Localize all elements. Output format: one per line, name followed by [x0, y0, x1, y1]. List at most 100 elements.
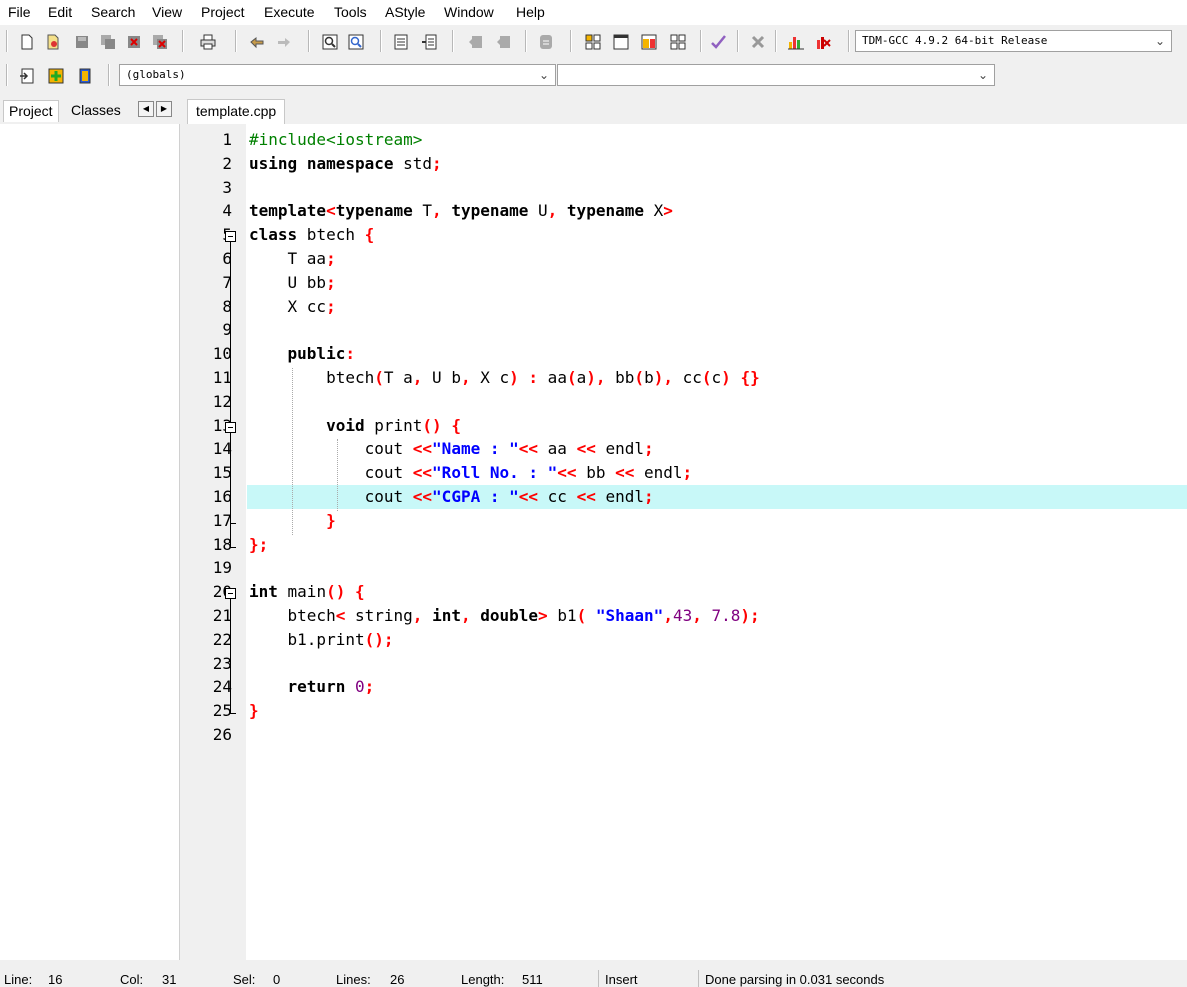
goto-button[interactable] [46, 66, 66, 86]
project-tree[interactable] [0, 124, 180, 960]
status-message: Done parsing in 0.031 seconds [705, 972, 885, 987]
redo-button[interactable] [274, 32, 294, 52]
unindent-button[interactable] [419, 32, 439, 52]
menu-view[interactable]: View [152, 4, 182, 20]
status-length-value: 511 [522, 972, 543, 987]
line-number: 1 [222, 130, 232, 149]
save-all-icon [101, 35, 115, 49]
undo-button[interactable] [247, 32, 267, 52]
toggle-panel-button[interactable] [75, 66, 95, 86]
code-line: int main() { [249, 582, 365, 602]
code-line: class btech { [249, 225, 375, 245]
bar-chart-icon [788, 37, 804, 50]
fold-line [230, 242, 231, 547]
symbol-select[interactable]: ⌄ [557, 64, 995, 86]
insert-button[interactable] [17, 66, 37, 86]
new-file-button[interactable] [17, 32, 37, 52]
find-button[interactable] [320, 32, 340, 52]
code-line: T aa; [249, 249, 336, 268]
status-bar: Line: 16 Col: 31 Sel: 0 Lines: 26 Length… [0, 966, 1187, 987]
fold-line [230, 599, 231, 714]
bar-chart-delete-icon [817, 37, 831, 49]
status-sel-label: Sel: [233, 972, 256, 987]
profile-button[interactable] [786, 32, 806, 52]
menu-help[interactable]: Help [516, 4, 545, 20]
menu-file[interactable]: File [8, 4, 31, 20]
menu-project[interactable]: Project [201, 4, 245, 20]
cross-icon [751, 35, 765, 49]
layout-button[interactable] [639, 32, 659, 52]
indent-icon [394, 34, 408, 50]
code-line: } [249, 701, 259, 721]
line-number-gutter: 1234567891011121314151617181920212223242… [187, 124, 246, 960]
status-col-value: 31 [162, 972, 177, 987]
redo-icon [278, 38, 290, 47]
status-lines-value: 26 [390, 972, 405, 987]
code-line: using namespace std; [249, 153, 442, 173]
save-button[interactable] [72, 32, 92, 52]
window-icon [613, 34, 629, 50]
prev-page-button[interactable] [466, 32, 486, 52]
chevron-down-icon: ⌄ [1154, 34, 1165, 48]
menu-search[interactable]: Search [91, 4, 135, 20]
scope-select[interactable]: (globals) ⌄ [119, 64, 556, 86]
line-number: 19 [212, 558, 232, 578]
close-all-button[interactable] [150, 32, 170, 52]
indent-button[interactable] [391, 32, 411, 52]
delete-profile-button[interactable] [814, 32, 834, 52]
open-file-icon [47, 34, 59, 50]
bookmark-back-icon [469, 36, 482, 48]
status-sel-value: 0 [273, 972, 281, 987]
menu-astyle[interactable]: AStyle [385, 4, 425, 20]
save-icon [76, 36, 88, 48]
menu-edit[interactable]: Edit [48, 4, 72, 20]
open-file-button[interactable] [43, 32, 63, 52]
fold-toggle[interactable] [225, 231, 236, 243]
fold-toggle[interactable] [225, 588, 236, 600]
printer-icon [200, 34, 216, 50]
scroll-left-button[interactable]: ◀ [138, 101, 154, 117]
status-lines-label: Lines: [336, 972, 371, 987]
abort-button[interactable] [748, 32, 768, 52]
class-browser-toolbar: (globals) ⌄ ⌄ [0, 60, 1000, 94]
status-col-label: Col: [120, 972, 144, 987]
close-file-icon [128, 36, 140, 48]
status-line-value: 16 [48, 972, 63, 987]
save-all-button[interactable] [98, 32, 118, 52]
fold-toggle[interactable] [225, 421, 236, 433]
full-screen-button[interactable] [611, 32, 631, 52]
chevron-down-icon: ⌄ [977, 68, 988, 82]
project-options-button[interactable] [583, 32, 603, 52]
close-all-icon [153, 35, 167, 49]
close-file-button[interactable] [124, 32, 144, 52]
code-line: U bb; [249, 272, 336, 292]
compile-button[interactable] [708, 32, 728, 52]
line-number: 4 [222, 201, 232, 221]
bookmark-forward-icon [497, 36, 510, 48]
code-editor[interactable]: 1234567891011121314151617181920212223242… [187, 124, 1187, 960]
replace-button[interactable] [346, 32, 366, 52]
menu-tools[interactable]: Tools [334, 4, 367, 20]
next-page-button[interactable] [494, 32, 514, 52]
code-line: cout <<"Roll No. : "<< bb << endl; [249, 463, 693, 483]
main-toolbar: TDM-GCC 4.9.2 64-bit Release ⌄ [0, 28, 1187, 58]
code-line: cout <<"Name : "<< aa << endl; [249, 439, 654, 459]
code-line: #include<iostream> [249, 130, 423, 149]
status-insert-mode: Insert [605, 972, 638, 987]
code-line: template<typename T, typename U, typenam… [249, 201, 673, 221]
tab-template-cpp[interactable]: template.cpp [187, 99, 286, 124]
line-number: 3 [222, 177, 232, 197]
tab-classes[interactable]: Classes [66, 100, 126, 122]
code-line: cout <<"CGPA : "<< cc << endl; [249, 487, 654, 506]
compiler-select[interactable]: TDM-GCC 4.9.2 64-bit Release ⌄ [855, 30, 1172, 52]
tab-project[interactable]: Project [3, 100, 59, 122]
menu-window[interactable]: Window [444, 4, 494, 20]
scroll-right-button[interactable]: ▶ [156, 101, 172, 117]
toggle-bookmark-button[interactable] [536, 32, 556, 52]
print-button[interactable] [198, 32, 218, 52]
fold-end [230, 713, 236, 715]
tile-button[interactable] [668, 32, 688, 52]
goto-icon [48, 68, 64, 84]
unindent-icon [422, 34, 437, 50]
menu-execute[interactable]: Execute [264, 4, 315, 20]
